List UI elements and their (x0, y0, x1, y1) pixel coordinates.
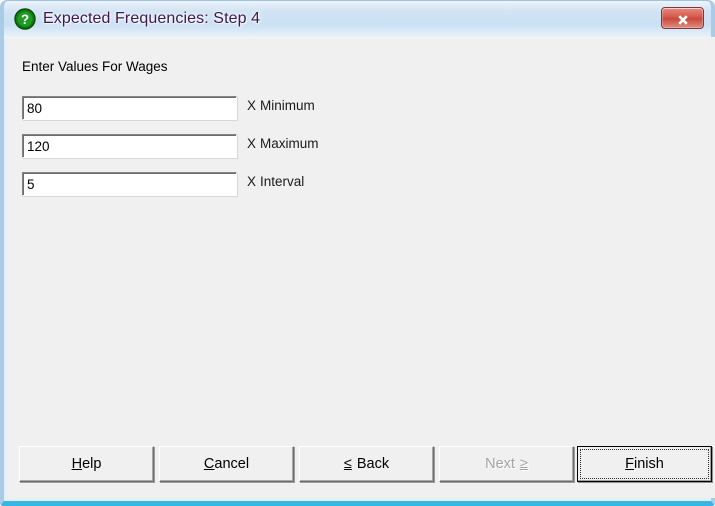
finish-button-mnemonic: F (625, 456, 635, 472)
dialog-client-area: Enter Values For Wages XMinimum XMaximum… (8, 37, 715, 498)
finish-button-label: inish (634, 456, 664, 472)
x-maximum-label: X Maximum (247, 136, 319, 151)
close-icon[interactable] (661, 7, 704, 29)
x-maximum-input[interactable] (22, 134, 237, 158)
variable-symbol: X (247, 136, 257, 151)
cancel-button-mnemonic: C (203, 456, 215, 472)
window-title: Expected Frequencies: Step 4 (43, 10, 261, 27)
x-interval-label-text: Interval (260, 174, 305, 189)
next-button[interactable]: Next ≥ (439, 446, 574, 482)
x-minimum-label: X Minimum (247, 98, 315, 113)
variable-symbol: X (247, 98, 257, 113)
help-button-mnemonic: H (71, 456, 83, 472)
help-button-label: elp (82, 456, 102, 472)
help-button[interactable]: Help (19, 446, 154, 482)
x-minimum-input[interactable] (22, 96, 237, 120)
dialog-window: ? Expected Frequencies: Step 4 Enter Val… (0, 0, 715, 506)
svg-text:?: ? (21, 12, 29, 27)
cancel-button[interactable]: Cancel (159, 446, 294, 482)
variable-symbol: X (247, 174, 257, 189)
back-button-label: Back (356, 456, 390, 472)
x-minimum-label-text: Minimum (260, 98, 315, 113)
finish-button[interactable]: Finish (580, 449, 709, 479)
dialog-button-bar: Help Cancel ≤ Back Next ≥ Finish (8, 436, 715, 498)
question-mark-icon: ? (14, 8, 36, 30)
back-arrow-icon: ≤ (343, 456, 352, 472)
cancel-button-label: ancel (214, 456, 250, 472)
x-interval-input[interactable] (22, 172, 237, 196)
x-interval-label: X Interval (247, 174, 304, 189)
next-arrow-icon: ≥ (519, 456, 528, 472)
next-button-label: Next (485, 456, 515, 472)
title-bar: ? Expected Frequencies: Step 4 (4, 1, 711, 37)
x-maximum-label-text: Maximum (260, 136, 319, 151)
back-button[interactable]: ≤ Back (299, 446, 434, 482)
finish-button-default-frame: Finish (577, 446, 712, 482)
instruction-label: Enter Values For Wages (22, 59, 168, 74)
